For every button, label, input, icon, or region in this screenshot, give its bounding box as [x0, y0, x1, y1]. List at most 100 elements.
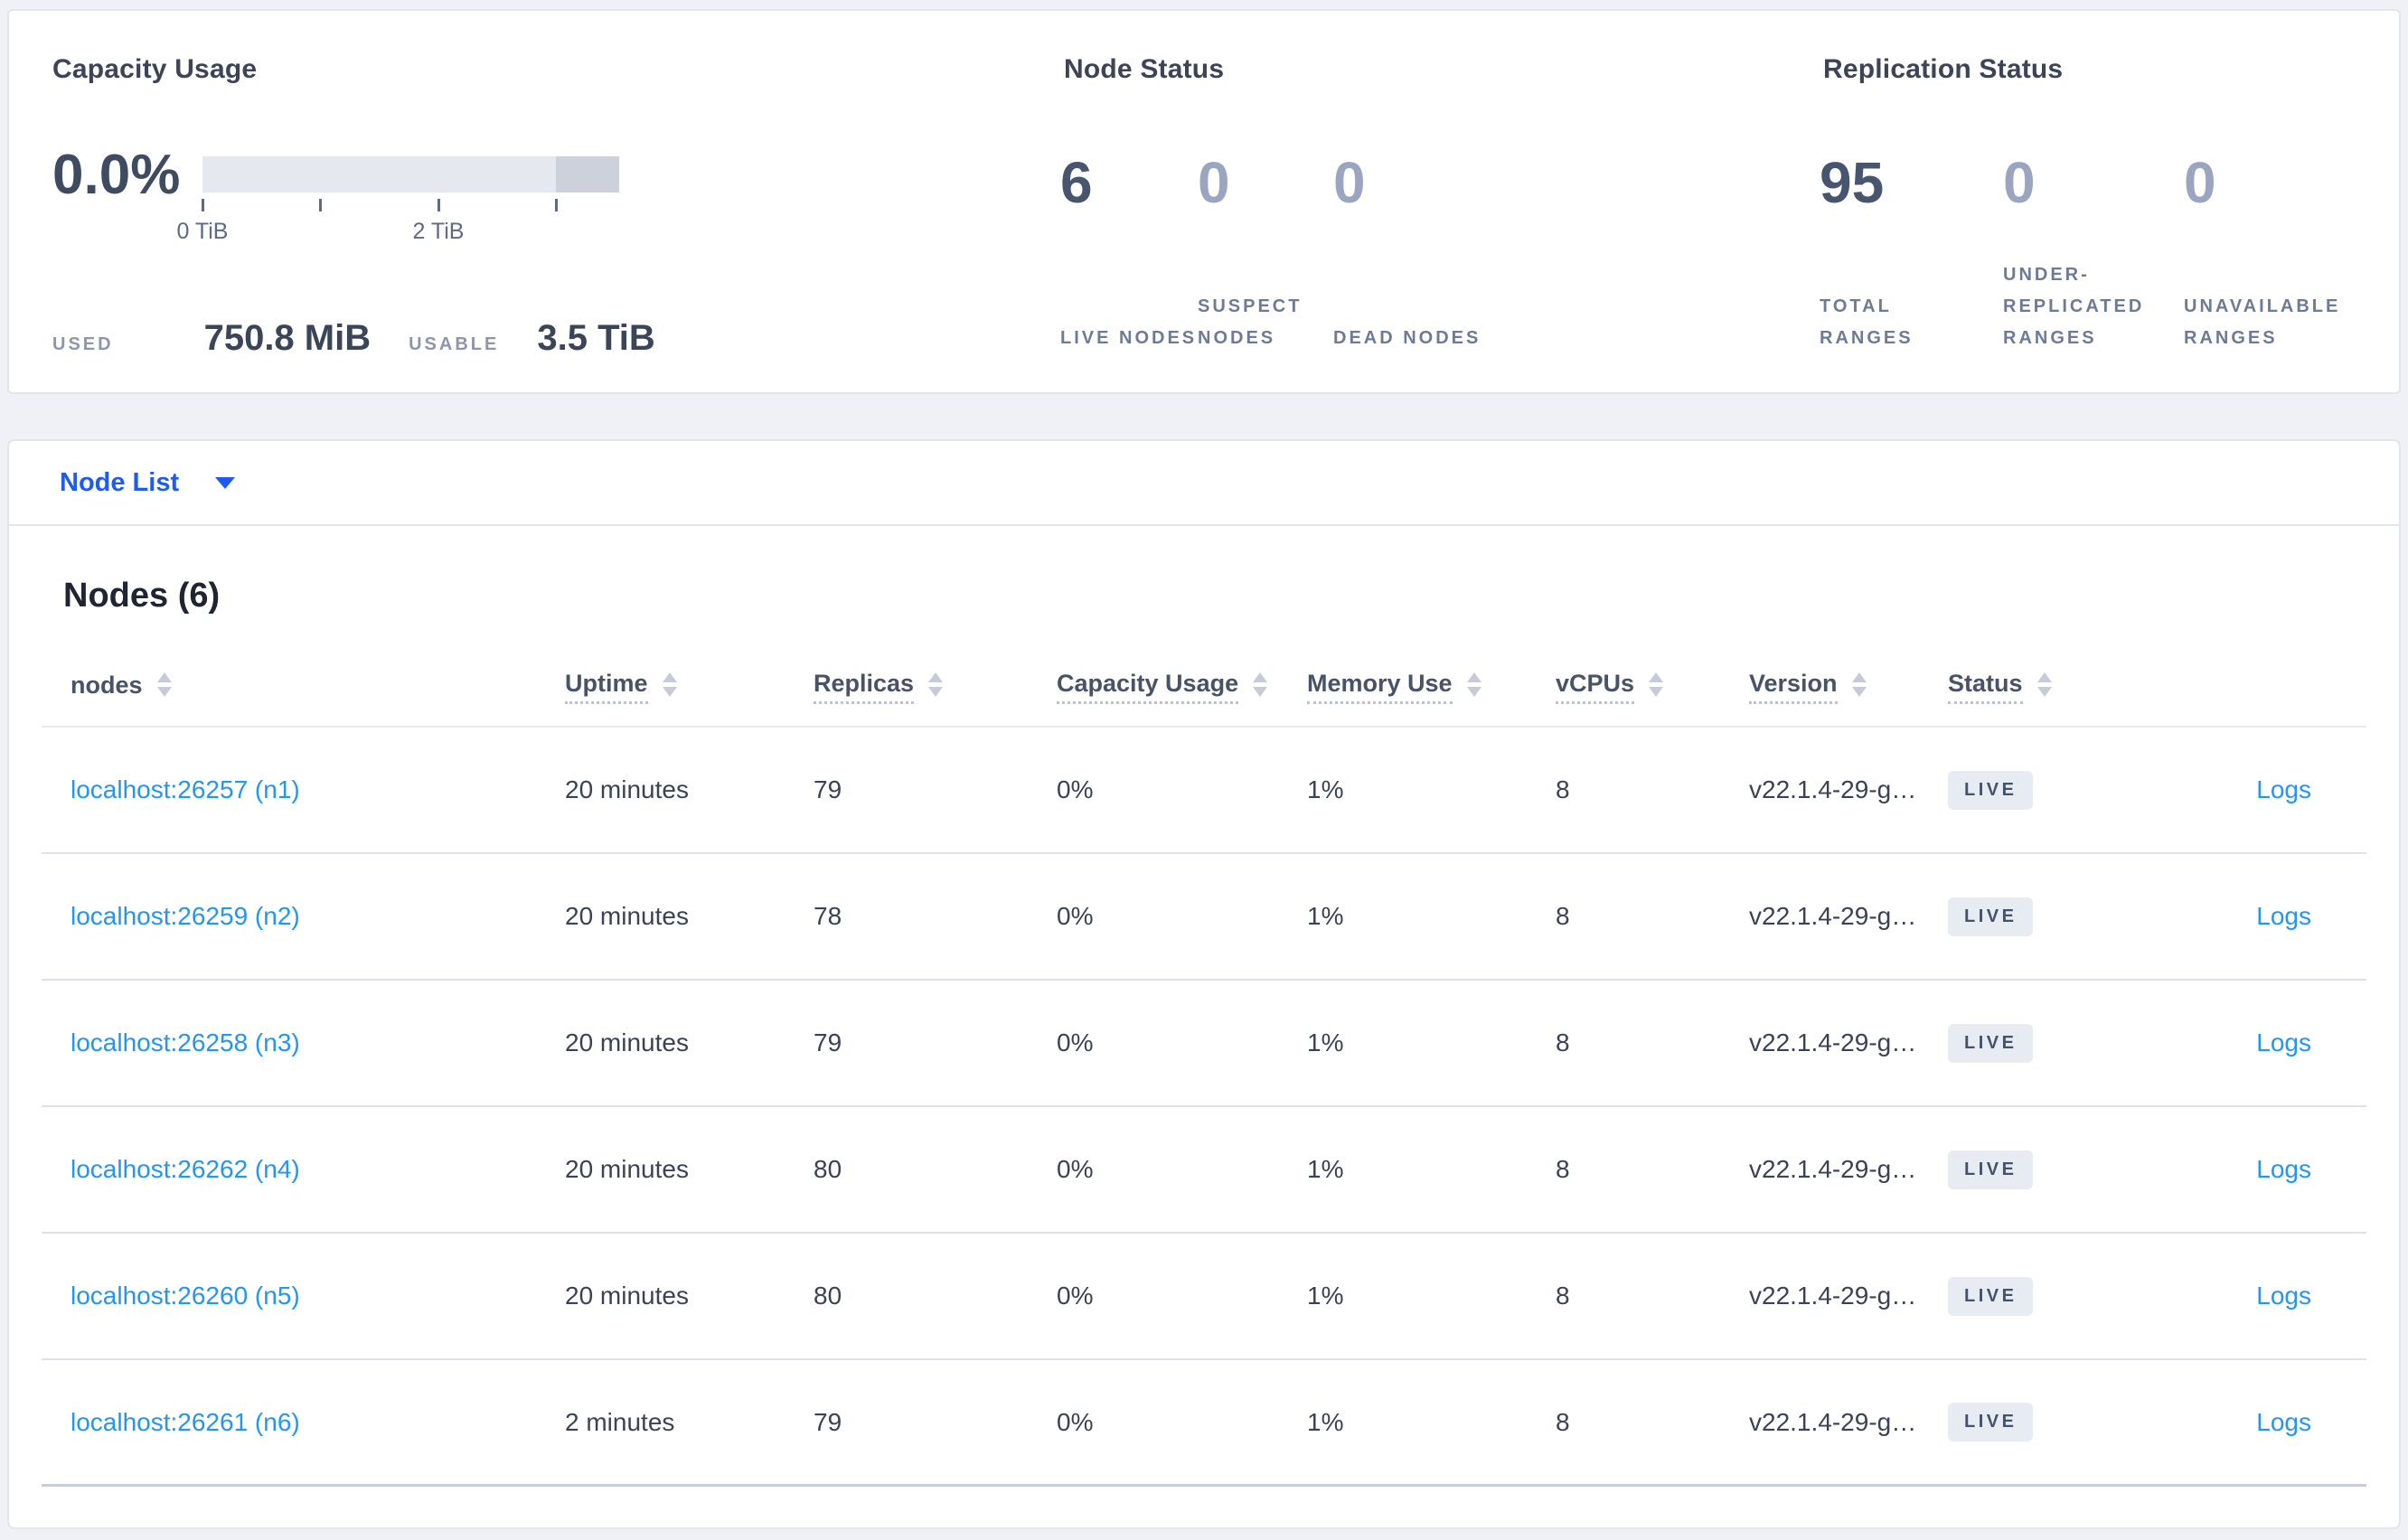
under-replicated-ranges-stat: 0 UNDER-REPLICATED RANGES: [2003, 154, 2184, 354]
column-header-uptime[interactable]: Uptime: [565, 670, 814, 704]
sort-icon: [928, 671, 944, 697]
capacity-cell: 0%: [1057, 1028, 1094, 1056]
replicas-cell: 80: [814, 1155, 842, 1183]
suspect-nodes-label: SUSPECT NODES: [1198, 296, 1303, 348]
memory-cell: 1%: [1307, 1282, 1344, 1310]
table-row: localhost:26259 (n2) 20 minutes 78 0% 1%…: [42, 854, 2366, 981]
capacity-cell: 0%: [1057, 902, 1094, 930]
logs-link[interactable]: Logs: [2256, 1155, 2311, 1183]
column-header-memory-use[interactable]: Memory Use: [1307, 670, 1556, 704]
logs-link[interactable]: Logs: [2256, 1282, 2311, 1310]
node-link[interactable]: localhost:26260 (n5): [71, 1282, 300, 1310]
under-replicated-ranges-label: UNDER-REPLICATED RANGES: [2003, 265, 2145, 348]
capacity-usage-section: Capacity Usage 0.0% 0 TiB 2 TiB USED 750…: [52, 54, 1002, 358]
memory-cell: 1%: [1307, 775, 1344, 803]
axis-tick: [319, 199, 322, 211]
capacity-bar-overflow-segment: [556, 156, 619, 192]
unavailable-ranges-count: 0: [2184, 150, 2216, 215]
node-link[interactable]: localhost:26261 (n6): [71, 1408, 300, 1436]
logs-link[interactable]: Logs: [2256, 1408, 2311, 1436]
column-header-label: nodes: [71, 671, 143, 699]
column-header-nodes[interactable]: nodes: [71, 671, 565, 703]
version-cell: v22.1.4-29-g…: [1749, 1028, 1917, 1056]
capacity-cell: 0%: [1057, 1282, 1094, 1310]
axis-tick: [202, 199, 204, 211]
replicas-cell: 79: [814, 775, 842, 803]
memory-cell: 1%: [1307, 1155, 1344, 1183]
memory-cell: 1%: [1307, 1407, 1344, 1436]
sort-icon: [2036, 671, 2052, 697]
uptime-cell: 20 minutes: [565, 1155, 689, 1183]
replicas-cell: 78: [814, 902, 842, 930]
sort-icon: [1851, 671, 1867, 697]
column-header-label: Replicas: [814, 670, 915, 704]
node-link[interactable]: localhost:26259 (n2): [71, 902, 300, 930]
version-cell: v22.1.4-29-g…: [1749, 1155, 1917, 1183]
axis-tick: [555, 199, 558, 211]
total-ranges-stat: 95 TOTAL RANGES: [1820, 154, 2003, 354]
table-row: localhost:26262 (n4) 20 minutes 80 0% 1%…: [42, 1107, 2366, 1234]
live-nodes-count: 6: [1060, 150, 1093, 215]
column-header-label: Version: [1749, 670, 1838, 704]
column-header-status[interactable]: Status: [1948, 670, 2129, 704]
vcpus-cell: 8: [1556, 902, 1570, 930]
replicas-cell: 79: [814, 1407, 842, 1436]
live-nodes-label: LIVE NODES: [1060, 328, 1198, 348]
status-badge: LIVE: [1948, 770, 2034, 810]
axis-tick-label: 0 TiB: [176, 219, 229, 244]
axis-tick-label: 2 TiB: [412, 219, 465, 244]
logs-link[interactable]: Logs: [2256, 1028, 2311, 1056]
node-list-dropdown-bar: Node List: [7, 439, 2401, 526]
dead-nodes-stat: 0 DEAD NODES: [1333, 154, 1487, 354]
total-ranges-label: TOTAL RANGES: [1820, 296, 1914, 348]
node-status-stats: 6 LIVE NODES 0 SUSPECT NODES 0 DEAD NODE…: [1060, 154, 1487, 354]
status-badge: LIVE: [1948, 1276, 2034, 1316]
table-row: localhost:26257 (n1) 20 minutes 79 0% 1%…: [42, 728, 2366, 854]
vcpus-cell: 8: [1556, 1155, 1570, 1183]
logs-link[interactable]: Logs: [2256, 775, 2311, 803]
dead-nodes-label: DEAD NODES: [1333, 328, 1481, 348]
status-badge: LIVE: [1948, 1023, 2034, 1063]
replication-status-title: Replication Status: [1823, 54, 2064, 84]
capacity-cell: 0%: [1057, 775, 1094, 803]
column-header-version[interactable]: Version: [1749, 670, 1948, 704]
axis-tick: [437, 199, 440, 211]
sort-icon: [1649, 671, 1664, 697]
sort-icon: [1466, 671, 1481, 697]
suspect-nodes-count: 0: [1198, 150, 1230, 215]
sort-icon: [156, 671, 172, 697]
usable-label: USABLE: [409, 334, 500, 354]
nodes-table: nodes Uptime Replicas Capacity Usage Mem…: [42, 648, 2366, 1487]
column-header-vcpus[interactable]: vCPUs: [1556, 670, 1749, 704]
node-list-dropdown-label: Node List: [60, 467, 180, 497]
capacity-usage-bar: [202, 156, 619, 192]
version-cell: v22.1.4-29-g…: [1749, 775, 1917, 803]
version-cell: v22.1.4-29-g…: [1749, 1282, 1917, 1310]
node-link[interactable]: localhost:26262 (n4): [71, 1155, 300, 1183]
sort-icon: [1253, 671, 1268, 697]
suspect-nodes-stat: 0 SUSPECT NODES: [1198, 154, 1333, 354]
logs-link[interactable]: Logs: [2256, 902, 2311, 930]
unavailable-ranges-label: UNAVAILABLE RANGES: [2184, 296, 2341, 348]
total-ranges-count: 95: [1820, 150, 1885, 215]
vcpus-cell: 8: [1556, 1028, 1570, 1056]
replicas-cell: 79: [814, 1028, 842, 1056]
status-badge: LIVE: [1948, 1403, 2034, 1441]
unavailable-ranges-stat: 0 UNAVAILABLE RANGES: [2184, 154, 2408, 354]
column-header-capacity-usage[interactable]: Capacity Usage: [1057, 670, 1307, 704]
table-row: localhost:26260 (n5) 20 minutes 80 0% 1%…: [42, 1234, 2366, 1360]
capacity-bar-usable-segment: [202, 156, 556, 192]
node-link[interactable]: localhost:26257 (n1): [71, 775, 300, 803]
column-header-label: Memory Use: [1307, 670, 1453, 704]
used-value: 750.8 MiB: [203, 318, 372, 358]
under-replicated-ranges-count: 0: [2003, 150, 2036, 215]
uptime-cell: 20 minutes: [565, 1028, 689, 1056]
node-list-dropdown[interactable]: Node List: [60, 467, 236, 498]
nodes-table-panel: Nodes (6) nodes Uptime Replicas Capacity…: [7, 526, 2401, 1529]
uptime-cell: 2 minutes: [565, 1407, 675, 1436]
column-header-replicas[interactable]: Replicas: [814, 670, 1057, 704]
node-link[interactable]: localhost:26258 (n3): [71, 1028, 300, 1056]
replicas-cell: 80: [814, 1282, 842, 1310]
nodes-heading: Nodes (6): [63, 577, 221, 615]
column-header-label: Status: [1948, 670, 2023, 704]
